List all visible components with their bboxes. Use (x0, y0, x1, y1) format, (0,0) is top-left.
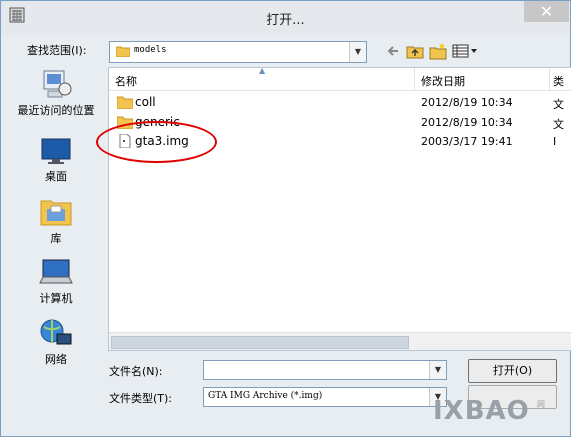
computer-icon (39, 259, 73, 284)
folder-icon (117, 96, 133, 109)
column-separator[interactable] (549, 68, 550, 90)
file-type: 文 (553, 98, 564, 111)
chevron-down-icon[interactable]: ▼ (429, 361, 446, 379)
highlight-circle (96, 121, 217, 163)
list-header: ▲ 名称 修改日期 类 (109, 68, 571, 91)
place-label: 网络 (45, 353, 67, 366)
place-label: 桌面 (45, 170, 67, 183)
column-type[interactable]: 类 (553, 73, 564, 89)
new-folder-icon[interactable] (429, 42, 447, 60)
place-desktop[interactable]: 桌面 (15, 137, 97, 184)
filetype-label: 文件类型(T): (109, 392, 173, 405)
watermark-sub: 网 (537, 400, 545, 409)
window-title: 打开... (266, 13, 305, 28)
up-folder-icon[interactable] (406, 42, 424, 60)
place-recent[interactable]: 最近访问的位置 (15, 69, 97, 118)
view-menu-icon[interactable] (452, 42, 478, 60)
place-library[interactable]: 库 (15, 195, 97, 246)
column-separator[interactable] (414, 68, 415, 90)
close-icon: ✕ (539, 2, 554, 21)
filename-label: 文件名(N): (109, 365, 163, 378)
file-date: 2012/8/19 10:34 (421, 116, 513, 129)
place-label: 计算机 (39, 292, 73, 305)
scrollbar-thumb[interactable] (111, 336, 409, 349)
list-item[interactable]: coll 2012/8/19 10:34 文 (109, 92, 571, 112)
desktop-icon (41, 138, 71, 164)
file-name: coll (135, 95, 156, 109)
filetype-select[interactable]: GTA IMG Archive (*.img) ▼ (203, 387, 447, 407)
place-label: 最近访问的位置 (17, 104, 95, 117)
watermark-logo: IXBAO (433, 396, 530, 426)
place-label: 库 (50, 232, 62, 245)
library-icon (40, 200, 72, 226)
title-bar: 打开... ✕ (1, 1, 570, 35)
folder-icon (116, 46, 130, 57)
recent-places-icon (43, 70, 72, 98)
sort-ascending-icon: ▲ (259, 67, 266, 75)
back-icon[interactable] (385, 42, 401, 60)
place-computer[interactable]: 计算机 (15, 257, 97, 306)
column-name[interactable]: 名称 (115, 73, 137, 89)
file-date: 2003/3/17 19:41 (421, 135, 513, 148)
file-type: I (553, 135, 557, 148)
filetype-value: GTA IMG Archive (*.img) (208, 391, 323, 401)
chevron-down-icon[interactable]: ▼ (349, 42, 366, 62)
open-button[interactable]: 打开(O) (468, 359, 557, 383)
column-date[interactable]: 修改日期 (421, 73, 465, 89)
network-icon (40, 319, 72, 345)
open-file-dialog: 打开... ✕ 查找范围(I): models ▼ 最近访问的位置 桌面 库 计… (0, 0, 571, 437)
file-date: 2012/8/19 10:34 (421, 96, 513, 109)
places-bar: 最近访问的位置 桌面 库 计算机 网络 (15, 65, 97, 385)
filename-field[interactable]: ▼ (203, 360, 447, 380)
lookin-label: 查找范围(I): (27, 44, 87, 57)
lookin-value: models (134, 45, 167, 55)
place-network[interactable]: 网络 (15, 318, 97, 367)
file-list[interactable]: ▲ 名称 修改日期 类 coll 2012/8/19 10:34 文 gener… (108, 67, 571, 351)
file-type: 文 (553, 118, 564, 131)
horizontal-scrollbar[interactable] (109, 332, 571, 350)
lookin-select[interactable]: models ▼ (109, 41, 367, 63)
close-button[interactable]: ✕ (524, 1, 569, 22)
